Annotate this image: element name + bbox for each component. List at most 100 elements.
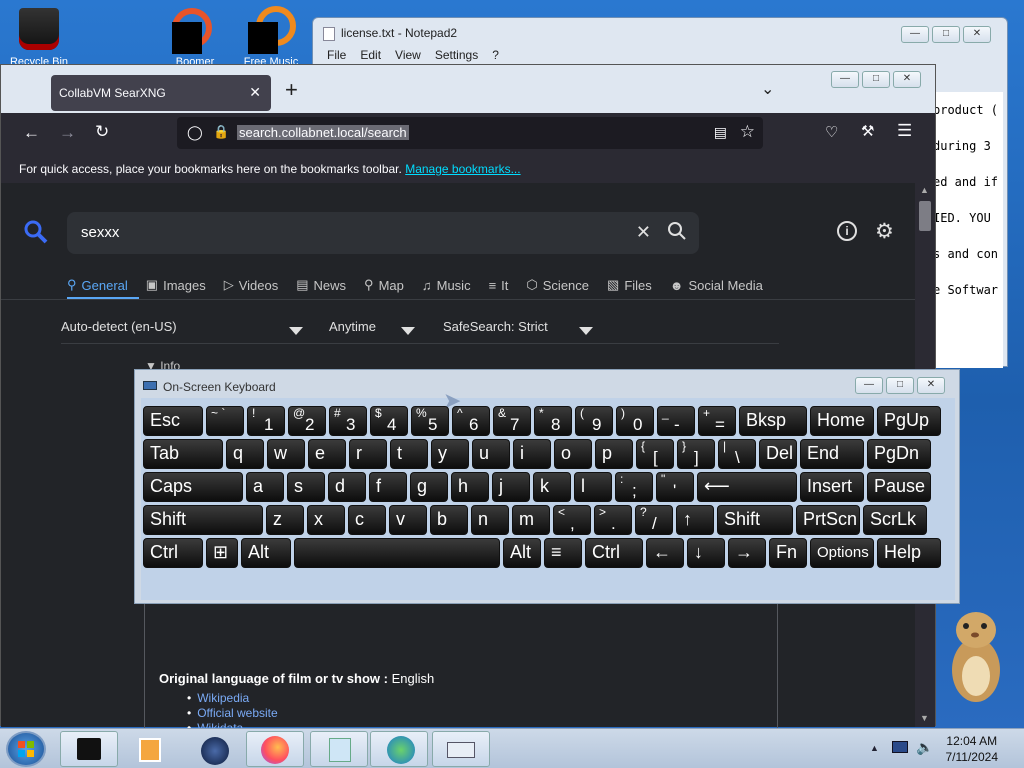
time-select[interactable]: Anytime [329,319,376,334]
key[interactable]: u [472,439,510,469]
clear-icon[interactable]: ✕ [636,222,651,243]
tab-videos[interactable]: ▷ Videos [224,275,279,295]
menu-edit[interactable]: Edit [360,48,381,62]
taskbar-notepad-button[interactable] [310,731,368,767]
key[interactable]: % 5 [411,406,449,436]
key[interactable]: " ' [656,472,694,502]
key[interactable]: i [513,439,551,469]
search-input[interactable]: sexxx ✕ [67,212,699,254]
key[interactable]: ← [646,538,684,568]
official-website-link[interactable]: Official website [187,706,277,721]
key[interactable]: x [307,505,345,535]
key[interactable]: k [533,472,571,502]
search-icon[interactable] [667,221,687,246]
key[interactable]: ⊞ [206,538,238,568]
key[interactable]: c [348,505,386,535]
menu-settings[interactable]: Settings [435,48,478,62]
tab-images[interactable]: ▣ Images [146,275,206,295]
key[interactable]: m [512,505,550,535]
lock-icon[interactable]: 🔒 [213,124,229,140]
key[interactable]: Shift [143,505,263,535]
chevron-down-icon[interactable] [401,323,415,338]
key[interactable]: & 7 [493,406,531,436]
tab-it[interactable]: ≡ It [489,275,509,295]
key[interactable]: >. [594,505,632,535]
key[interactable]: Pause [867,472,931,502]
tab-map[interactable]: ⚲ Map [364,275,404,295]
reload-icon[interactable]: ↻ [95,122,109,142]
tab-files[interactable]: ▧ Files [607,275,652,295]
key[interactable]: r [349,439,387,469]
close-tab-icon[interactable]: ✕ [249,84,261,101]
network-icon[interactable] [892,741,908,753]
key[interactable]: * 8 [534,406,572,436]
key[interactable]: p [595,439,633,469]
key[interactable]: Help [877,538,941,568]
key[interactable]: ? / [635,505,673,535]
info-icon[interactable]: i [837,221,857,241]
chevron-down-icon[interactable]: ⌄ [761,79,774,99]
key[interactable]: ~ ` [206,406,244,436]
search-query[interactable]: sexxx [81,224,119,241]
menu-view[interactable]: View [395,48,421,62]
taskbar-globe-button[interactable] [184,731,242,767]
key[interactable]: ) 0 [616,406,654,436]
notepad-text-area[interactable]: product ( during 3 ed and if IED. YOU s … [933,92,1003,368]
menu-file[interactable]: File [327,48,346,62]
forward-arrow-icon[interactable]: → [59,123,76,143]
menu-icon[interactable]: ☰ [897,121,912,141]
key[interactable]: ↑ [676,505,714,535]
taskbar-media-button[interactable] [120,731,178,767]
close-button[interactable]: ✕ [917,377,945,394]
key[interactable]: @2 [288,406,326,436]
key[interactable]: a [246,472,284,502]
key[interactable] [294,538,500,568]
minimize-button[interactable]: — [901,26,929,43]
key[interactable]: d [328,472,366,502]
close-button[interactable]: ✕ [893,71,921,88]
key[interactable]: Shift [717,505,793,535]
key[interactable]: Alt [503,538,541,568]
key[interactable]: Alt [241,538,291,568]
key[interactable]: (9 [575,406,613,436]
key[interactable]: o [554,439,592,469]
minimize-button[interactable]: — [831,71,859,88]
clock[interactable]: 12:04 AM 7/11/2024 [946,733,999,765]
maximize-button[interactable]: □ [932,26,960,43]
key[interactable]: h [451,472,489,502]
tab-science[interactable]: ⬡ Science [526,275,589,295]
start-button[interactable] [6,731,46,767]
tab-searxng[interactable]: CollabVM SearXNG ✕ [51,75,271,111]
volume-icon[interactable]: 🔈 [916,739,933,756]
key[interactable]: w [267,439,305,469]
key[interactable]: v [389,505,427,535]
key[interactable]: b [430,505,468,535]
bookmark-star-icon[interactable]: ☆ [740,122,755,142]
key[interactable]: PgDn [867,439,931,469]
key[interactable]: PrtScn [796,505,860,535]
safesearch-select[interactable]: SafeSearch: Strict [443,319,548,334]
shield-icon[interactable]: ◯ [187,124,203,141]
pocket-icon[interactable]: ♡ [825,123,838,141]
key[interactable]: l [574,472,612,502]
new-tab-icon[interactable]: + [285,77,298,103]
key[interactable]: Home [810,406,874,436]
key[interactable]: + = [698,406,736,436]
chevron-down-icon[interactable] [579,323,593,338]
key[interactable]: $4 [370,406,408,436]
key[interactable]: ^ 6 [452,406,490,436]
searxng-logo-icon[interactable] [23,219,49,252]
key[interactable]: Del [759,439,797,469]
taskbar-osk-button[interactable] [432,731,490,767]
tray-expand-icon[interactable]: ▲ [870,743,879,753]
wikipedia-link[interactable]: Wikipedia [187,691,278,706]
menu-help[interactable]: ? [492,48,499,62]
key[interactable]: PgUp [877,406,941,436]
key[interactable]: e [308,439,346,469]
key[interactable]: Ctrl [585,538,643,568]
key[interactable]: s [287,472,325,502]
key[interactable]: #3 [329,406,367,436]
key[interactable]: Options [810,538,874,568]
manage-bookmarks-link[interactable]: Manage bookmarks... [405,162,520,176]
key[interactable]: n [471,505,509,535]
